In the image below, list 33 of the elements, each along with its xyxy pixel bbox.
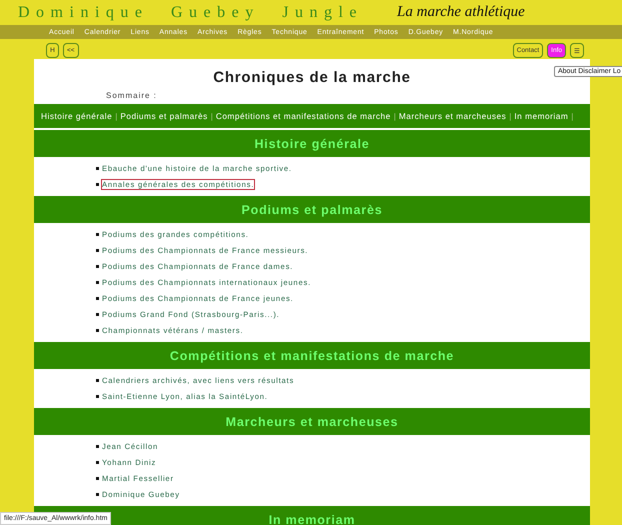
bullet-icon: [96, 166, 99, 170]
page-title: Chroniques de la marche: [213, 69, 411, 86]
separator: |: [509, 112, 512, 120]
bullet-icon: [96, 280, 99, 284]
toc-link[interactable]: In memoriam: [514, 111, 568, 121]
section-heading: Podiums et palmarès: [34, 196, 590, 223]
bullet-icon: [96, 248, 99, 252]
bullet-icon: [96, 312, 99, 316]
separator: |: [571, 112, 574, 120]
section-heading: Marcheurs et marcheuses: [34, 408, 590, 435]
section-heading: Compétitions et manifestations de marche: [34, 342, 590, 369]
bullet-icon: [96, 328, 99, 332]
separator: |: [115, 112, 118, 120]
toc-link[interactable]: Marcheurs et marcheuses: [398, 111, 506, 121]
toc-link[interactable]: Compétitions et manifestations de marche: [216, 111, 391, 121]
bullet-icon: [96, 378, 99, 382]
site-subtitle: La marche athlétique: [397, 4, 525, 21]
toc-link[interactable]: Histoire générale: [41, 111, 112, 121]
toc-link[interactable]: Podiums et palmarès: [120, 111, 208, 121]
bullet-icon: [96, 394, 99, 398]
bullet-icon: [96, 296, 99, 300]
bullet-icon: [96, 182, 99, 186]
summary-label: Sommaire :: [105, 90, 158, 102]
section-heading: Histoire générale: [34, 130, 590, 157]
bullet-icon: [96, 492, 99, 496]
separator: |: [394, 112, 396, 120]
separator: |: [210, 112, 213, 120]
bullet-icon: [96, 444, 99, 448]
bullet-icon: [96, 460, 99, 464]
site-title: Dominique Guebey Jungle: [18, 4, 364, 22]
bullet-icon: [96, 232, 99, 236]
bullet-icon: [96, 476, 99, 480]
bullet-icon: [96, 264, 99, 268]
